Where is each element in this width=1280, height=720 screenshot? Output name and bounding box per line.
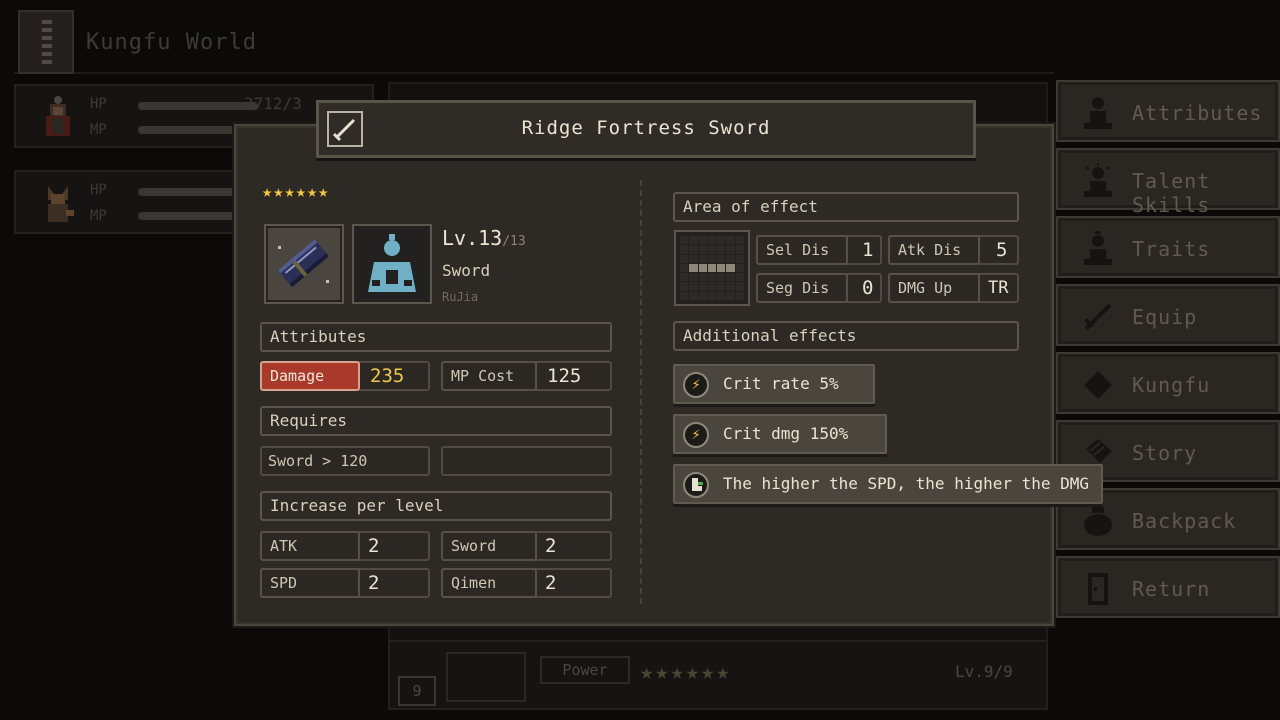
- menu-label: Traits: [1132, 237, 1211, 261]
- damage-stat: Damage 235: [260, 361, 430, 391]
- scholar-icon: [368, 234, 416, 292]
- area-grid: [674, 230, 750, 306]
- hp-label: HP: [90, 96, 107, 112]
- dialog-title: Ridge Fortress Sword: [521, 117, 771, 139]
- power-stars: ★★★★★★: [640, 660, 732, 685]
- effect-item[interactable]: ⚡ Crit rate 5%: [673, 364, 875, 404]
- increase-atk: ATK 2: [260, 531, 430, 561]
- rarity-stars: ★★★★★★: [262, 182, 330, 202]
- menu-label: Story: [1132, 441, 1198, 465]
- skill-sect: RuJia: [442, 290, 479, 304]
- hp-bar: [138, 102, 258, 110]
- area-value: 0: [862, 277, 874, 299]
- damage-value: 235: [370, 365, 405, 387]
- skill-type: Sword: [442, 261, 491, 280]
- atk-dis-stat: Atk Dis 5: [888, 235, 1019, 265]
- lightning-icon: ⚡: [683, 422, 709, 448]
- mp-label: MP: [90, 122, 107, 138]
- additional-header: Additional effects: [673, 321, 1019, 351]
- effect-item[interactable]: ⚡ Crit dmg 150%: [673, 414, 887, 454]
- bg-level: Lv.9/9: [955, 662, 1013, 681]
- menu-label: Talent Skills: [1132, 169, 1211, 217]
- increase-header: Increase per level: [260, 491, 612, 521]
- hp-value: 3712/3: [244, 94, 302, 113]
- seg-dis-stat: Seg Dis 0: [756, 273, 882, 303]
- increase-label: Sword: [441, 531, 537, 561]
- area-label: Sel Dis: [756, 235, 848, 265]
- slot-number: 9: [398, 676, 436, 706]
- menu-item-kungfu[interactable]: Kungfu: [1056, 352, 1280, 414]
- area-value: 1: [862, 239, 874, 261]
- requirement-sword: Sword > 120: [260, 446, 430, 476]
- increase-spd: SPD 2: [260, 568, 430, 598]
- menu-label: Attributes: [1132, 101, 1263, 125]
- area-value: 5: [996, 239, 1008, 261]
- increase-value: 2: [545, 572, 557, 594]
- skill-level-max: /13: [502, 234, 526, 249]
- effect-item[interactable]: The higher the SPD, the higher the DMG: [673, 464, 1103, 504]
- door-icon: [1080, 571, 1116, 607]
- area-label: Seg Dis: [756, 273, 848, 303]
- menu-item-equip[interactable]: Equip: [1056, 284, 1280, 346]
- hp-label: HP: [90, 182, 107, 198]
- effect-text: The higher the SPD, the higher the DMG: [723, 474, 1090, 493]
- skill-book-icon: [277, 239, 329, 288]
- effect-text: Crit rate 5%: [723, 374, 839, 393]
- power-label: Power: [540, 656, 630, 684]
- dmg-up-stat: DMG Up TR: [888, 273, 1019, 303]
- requires-header: Requires: [260, 406, 612, 436]
- skill-level-value: Lv.13: [442, 226, 503, 250]
- mp-cost-value: 125: [547, 365, 582, 387]
- boot-icon: [683, 472, 709, 498]
- menu-item-traits[interactable]: Traits: [1056, 216, 1280, 278]
- requirement-empty: [441, 446, 612, 476]
- bg-title: Kungfu World: [86, 30, 257, 55]
- avatar: [48, 186, 74, 222]
- side-menu: Attributes Talent Skills Traits Equip Ku…: [1056, 80, 1280, 624]
- mp-label: MP: [90, 208, 107, 224]
- menu-label: Equip: [1132, 305, 1198, 329]
- book-icon: [1080, 367, 1116, 403]
- dialog-title-bar: Ridge Fortress Sword: [316, 100, 976, 158]
- figure-spark-icon: [1080, 163, 1116, 199]
- menu-label: Backpack: [1132, 509, 1237, 533]
- area-header: Area of effect: [673, 192, 1019, 222]
- column-divider: [640, 180, 642, 604]
- menu-label: Kungfu: [1132, 373, 1211, 397]
- bag-icon: [1080, 503, 1116, 539]
- area-value: TR: [988, 278, 1009, 298]
- increase-label: Qimen: [441, 568, 537, 598]
- skill-level: Lv.13/13: [442, 226, 526, 250]
- increase-value: 2: [545, 535, 557, 557]
- mp-cost-label: MP Cost: [441, 361, 537, 391]
- skill-book-slot[interactable]: [264, 224, 344, 304]
- increase-value: 2: [368, 535, 380, 557]
- menu-item-attributes[interactable]: Attributes: [1056, 80, 1280, 142]
- increase-sword: Sword 2: [441, 531, 612, 561]
- increase-value: 2: [368, 572, 380, 594]
- effect-text: Crit dmg 150%: [723, 424, 849, 443]
- figure-icon: [1080, 95, 1116, 131]
- mp-cost-stat: MP Cost 125: [441, 361, 612, 391]
- increase-qimen: Qimen 2: [441, 568, 612, 598]
- menu-label: Return: [1132, 577, 1211, 601]
- increase-label: SPD: [260, 568, 360, 598]
- menu-item-return[interactable]: Return: [1056, 556, 1280, 618]
- lightning-icon: ⚡: [683, 372, 709, 398]
- attributes-header: Attributes: [260, 322, 612, 352]
- sel-dis-stat: Sel Dis 1: [756, 235, 882, 265]
- sect-portrait-slot: [352, 224, 432, 304]
- area-label: Atk Dis: [888, 235, 980, 265]
- bg-slot: [446, 652, 526, 702]
- increase-label: ATK: [260, 531, 360, 561]
- sword-icon: [1080, 299, 1116, 335]
- menu-item-talent-skills[interactable]: Talent Skills: [1056, 148, 1280, 217]
- damage-label: Damage: [260, 361, 360, 391]
- area-label: DMG Up: [888, 273, 980, 303]
- figure-heart-icon: [1080, 231, 1116, 267]
- avatar: [46, 96, 70, 136]
- scroll-icon: [18, 10, 74, 74]
